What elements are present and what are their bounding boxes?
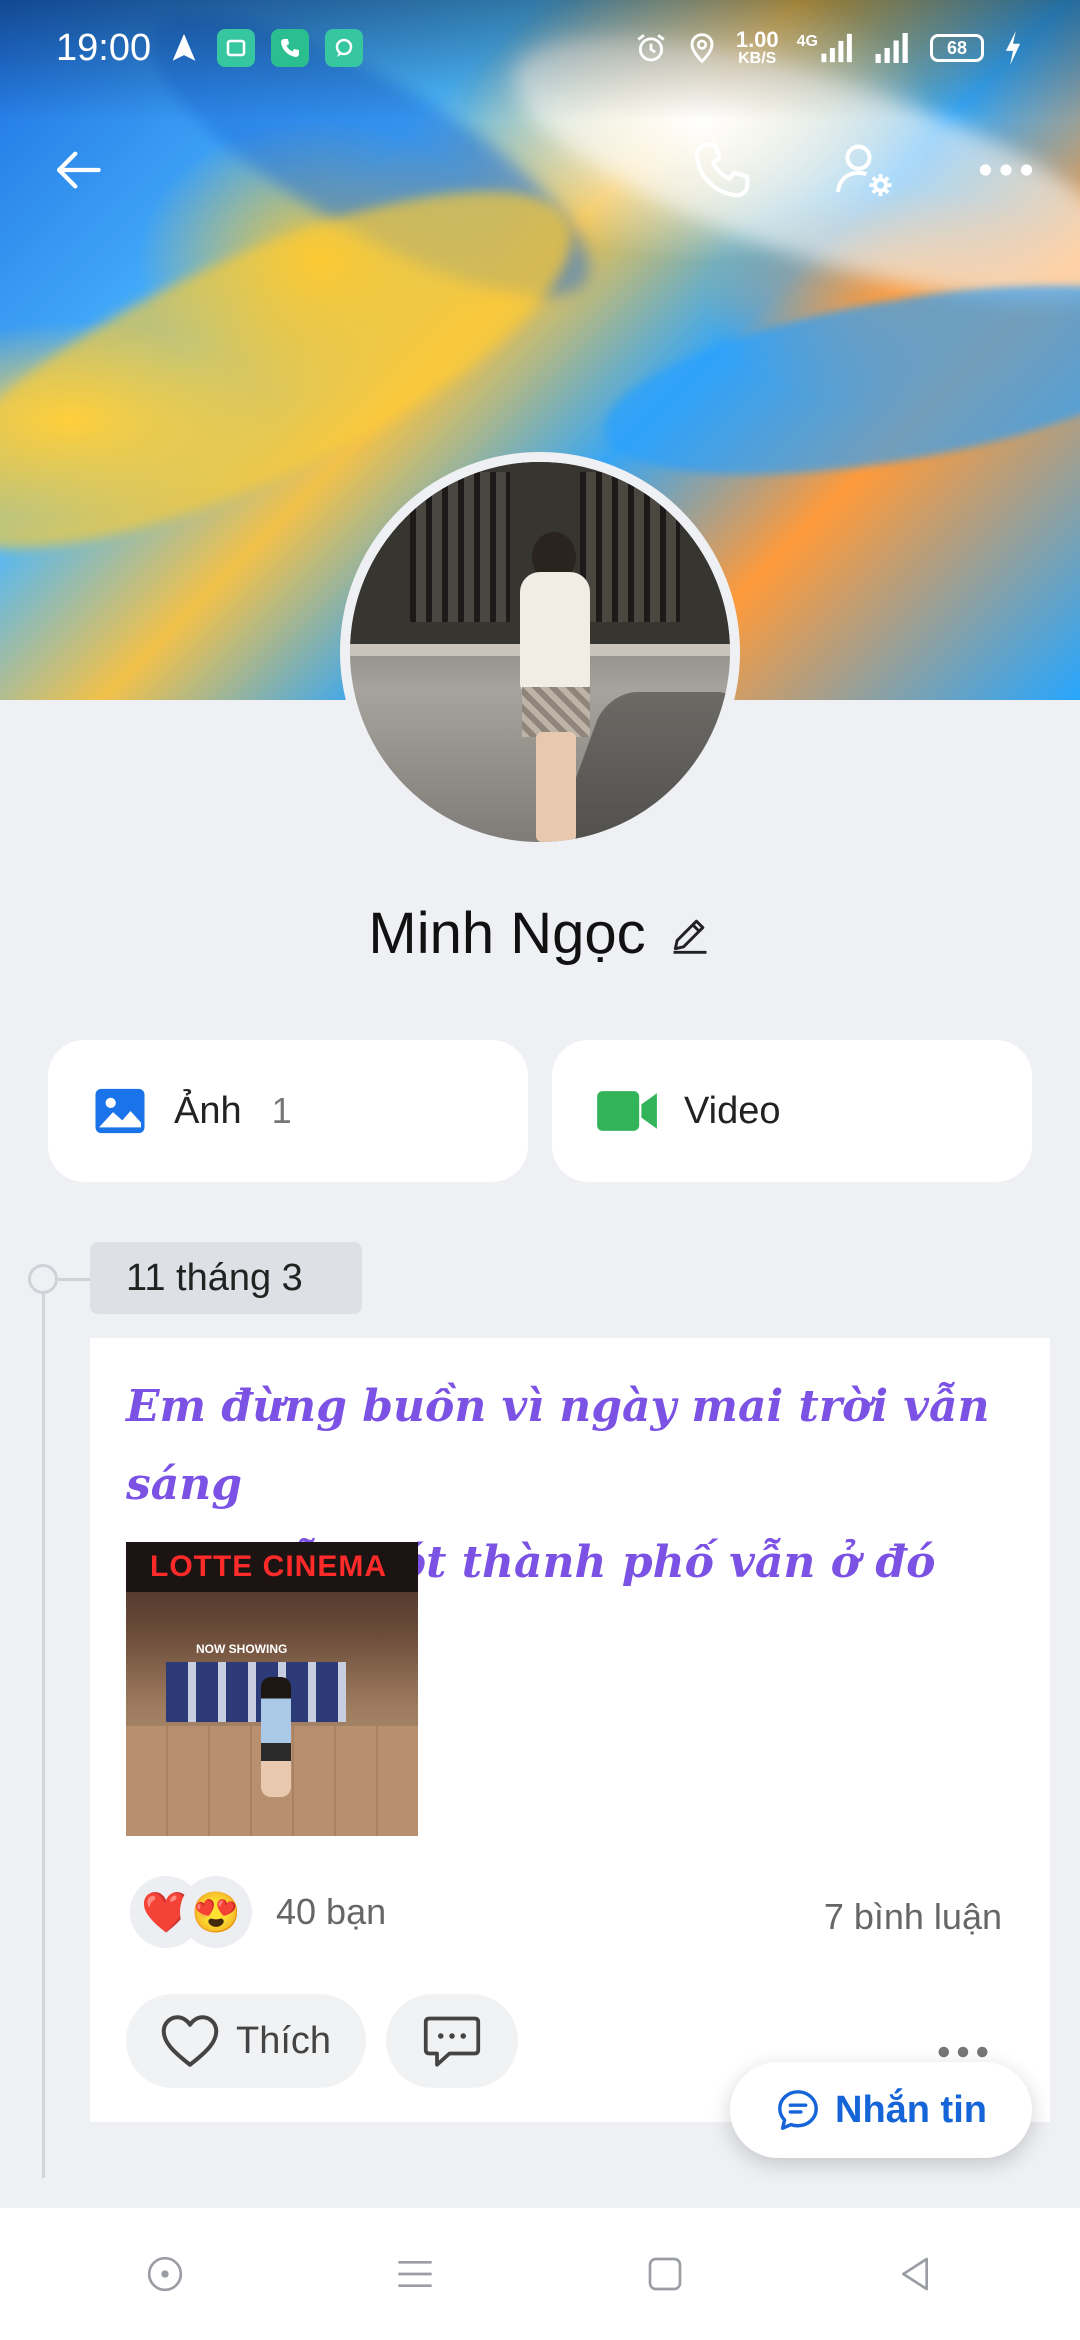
comment-bubble-icon [423,2016,481,2067]
photos-tab-count: 1 [271,1090,292,1131]
charging-icon [1005,31,1021,65]
system-back-button[interactable] [875,2234,955,2314]
assistant-button[interactable] [125,2234,205,2314]
videos-tab-label: Video [684,1089,781,1132]
battery-indicator: 68 [930,34,984,62]
photo-subtext: NOW SHOWING [196,1642,288,1656]
battery-level: 68 [946,37,968,58]
comment-count[interactable]: 7 bình luận [824,1896,1002,1938]
signal-4g-icon: 4G [797,33,854,63]
net-speed-unit: KB/S [738,50,777,67]
timeline-line [42,1278,45,2178]
profile-name: Minh Ngọc [368,901,646,966]
photos-tab[interactable]: Ảnh 1 [48,1040,528,1182]
timeline-date: 11 tháng 3 [90,1242,362,1314]
net-speed-value: 1.00 [735,27,779,52]
timeline-connector [58,1278,90,1281]
profile-top-nav [0,120,1080,220]
heart-eyes-reaction-icon: 😍 [180,1876,252,1948]
photo-sign-text: LOTTE CINEMA [126,1542,418,1592]
photos-tab-label: Ảnh [174,1089,242,1132]
like-label: Thích [236,2019,332,2062]
profile-settings-icon [835,144,892,197]
profile-settings-button[interactable] [824,130,904,210]
phone-badge-icon [271,29,310,67]
circle-dot-icon [147,2256,183,2292]
more-horizontal-icon [938,2046,988,2058]
home-button[interactable] [625,2234,705,2314]
alarm-icon [637,34,665,62]
phone-call-icon [694,142,750,198]
menu-button[interactable] [375,2234,455,2314]
post-reactions[interactable]: ❤️ 😍 40 bạn [130,1876,386,1948]
photo-icon [95,1088,145,1134]
avatar-photo-window [580,472,680,622]
profile-name-row: Minh Ngọc [0,900,1080,967]
post-photo[interactable]: LOTTE CINEMA NOW SHOWING [126,1542,418,1836]
call-button[interactable] [682,130,762,210]
triangle-back-icon [902,2257,928,2291]
post-caption-line: Em đừng buồn vì ngày mai trời vẫn sáng [126,1381,990,1510]
app-badge-icon [217,29,256,67]
avatar-photo-figure [520,572,590,692]
edit-name-icon[interactable] [668,912,712,956]
back-arrow-icon [56,151,101,189]
videos-tab[interactable]: Video [552,1040,1032,1182]
photo-figure [261,1677,291,1797]
signal-icon [875,33,908,63]
location-icon [690,33,714,64]
network-speed: 1.00 KB/S [736,29,779,67]
message-badge-icon [325,29,364,67]
video-camera-icon [597,1091,657,1131]
timeline-date-label: 11 tháng 3 [126,1256,303,1299]
square-home-icon [648,2257,682,2291]
chat-bubble-icon [778,2090,818,2130]
photo-posters [166,1662,346,1722]
status-time: 19:00 [56,26,152,69]
back-button[interactable] [40,130,120,210]
heart-outline-icon [161,2015,219,2067]
avatar-photo-figure [536,732,576,842]
more-options-button[interactable] [966,130,1046,210]
menu-lines-icon [398,2261,432,2287]
send-message-label: Nhắn tin [835,2088,987,2131]
avatar-photo-figure [522,687,590,737]
timeline-post[interactable]: Em đừng buồn vì ngày mai trời vẫn sáng c… [90,1338,1050,2122]
system-nav-bar [0,2208,1080,2340]
network-type: 4G [796,33,818,50]
timeline-dot [28,1264,58,1294]
more-options-icon [979,164,1033,176]
navigation-arrow-icon [172,33,196,61]
comment-button[interactable] [386,1994,518,2088]
reaction-count: 40 bạn [276,1891,387,1932]
like-button[interactable]: Thích [126,1994,366,2088]
avatar-photo-window [410,472,510,622]
profile-avatar[interactable] [340,452,740,852]
send-message-button[interactable]: Nhắn tin [730,2062,1032,2158]
status-bar: 19:00 1.00 KB/S 4G 68 [0,0,1080,96]
